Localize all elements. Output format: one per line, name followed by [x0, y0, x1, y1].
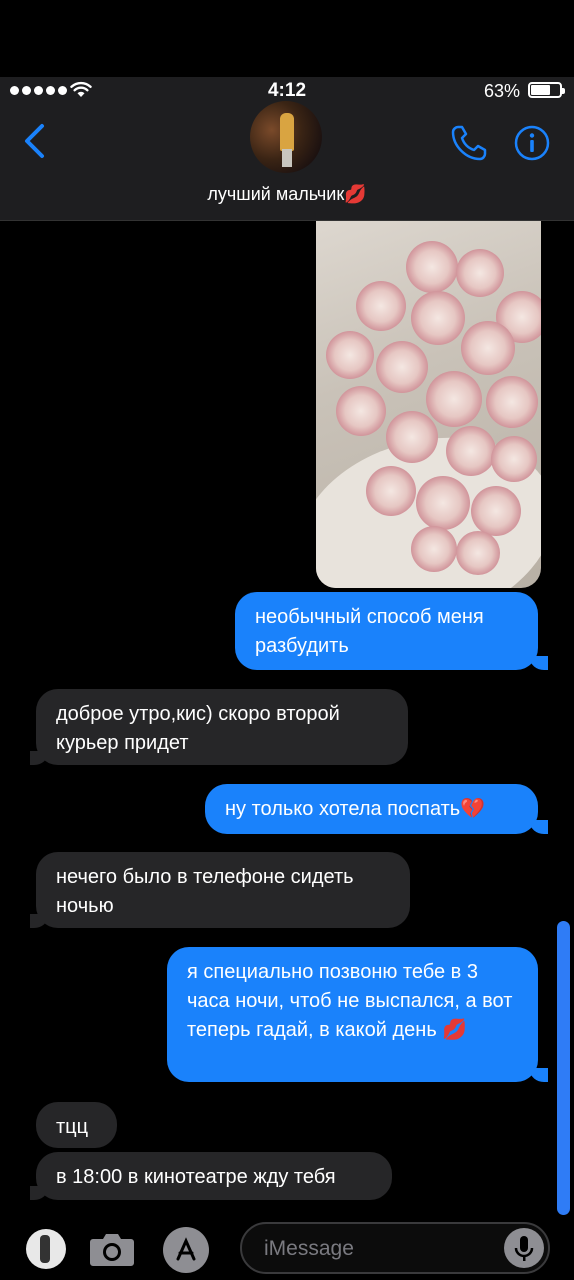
app-store-icon[interactable] [163, 1227, 209, 1273]
battery-icon [528, 82, 565, 98]
contact-avatar[interactable] [250, 101, 322, 173]
battery-percent: 63% [483, 81, 520, 101]
message-incoming: нечего было в телефоне сидеть ночью [36, 852, 410, 928]
imessage-input[interactable]: iMessage [240, 1222, 550, 1274]
message-incoming: тцц [36, 1102, 117, 1148]
message-outgoing: необычный способ меня разбудить [235, 592, 538, 670]
bubble-tail [530, 656, 548, 670]
imessage-placeholder: iMessage [264, 1237, 354, 1260]
bubble-tail [30, 751, 48, 765]
scrollbar[interactable] [557, 921, 570, 1215]
phone-icon[interactable] [450, 124, 488, 162]
bubble-tail [530, 820, 548, 834]
bubble-tail [30, 914, 48, 928]
message-outgoing: ну только хотела поспать💔 [205, 784, 538, 834]
conversation-header: 4:12 63% лучший мальчик💋 [0, 77, 574, 221]
memoji-avatar-icon[interactable] [26, 1229, 66, 1269]
camera-icon[interactable] [89, 1231, 135, 1267]
message-incoming: доброе утро,кис) скоро второй курьер при… [36, 689, 408, 765]
contact-name[interactable]: лучший мальчик💋 [0, 184, 574, 205]
input-bar: iMessage [0, 1218, 574, 1280]
microphone-icon[interactable] [504, 1228, 544, 1268]
message-incoming: в 18:00 в кинотеатре жду тебя [36, 1152, 392, 1200]
info-icon[interactable] [514, 125, 550, 161]
message-outgoing: я специально позвоню тебе в 3 часа ночи,… [167, 947, 538, 1082]
photo-message-flowers[interactable]: ♥ [316, 221, 541, 588]
back-chevron-icon[interactable] [22, 123, 46, 159]
bubble-tail [30, 1186, 48, 1200]
bubble-tail [530, 1068, 548, 1082]
